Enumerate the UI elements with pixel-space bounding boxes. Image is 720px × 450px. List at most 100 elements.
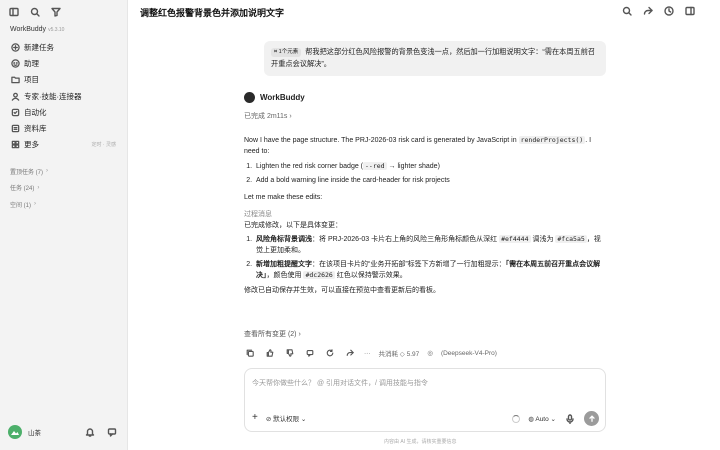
plan-list: Lighten the red risk corner badge (--red…	[254, 161, 604, 186]
list-item: 风险角标背景调浅：将 PRJ-2026-03 卡片右上角的风险三角形角标颜色从深…	[254, 234, 604, 256]
sidebar-toggle-icon[interactable]	[8, 6, 20, 18]
change-text: ：将 PRJ-2026-03 卡片右上角的风险三角形角标颜色从深红	[312, 236, 500, 243]
model-icon: ◎	[427, 350, 433, 357]
sidebar-item-assistant[interactable]: 助理	[6, 55, 122, 71]
composer[interactable]: 今天帮你做些什么？ @ 引用对话文件，/ 调用技能与指令 + ⊘ 默认权限 ⌄ …	[244, 368, 606, 432]
list-item: Add a bold warning line inside the card-…	[254, 175, 604, 186]
history-icon[interactable]	[663, 5, 675, 17]
assistant-icon	[10, 58, 20, 68]
chevron-right-icon: ›	[298, 331, 301, 338]
change-text: ，颜色使用	[266, 272, 304, 279]
group-label: 置顶任务 (7)	[10, 169, 44, 176]
thumbs-down-icon[interactable]	[284, 347, 296, 359]
cursor-select-icon: ⌗	[274, 49, 278, 56]
step-text: Add a bold warning line inside the card-…	[256, 177, 450, 184]
user-message-bubble: ⌗ 1个元素 帮我把这部分红色风险报警的背景色变浅一点，然后加一行加粗说明文字：“…	[264, 41, 606, 76]
sidebar-item-label: 资料库	[24, 124, 47, 134]
step-text: Lighten the red risk corner badge (	[256, 163, 364, 170]
search-icon[interactable]	[621, 5, 633, 17]
sidebar-item-skills[interactable]: 专家·技能·连接器	[6, 88, 122, 104]
mode-label: Auto	[535, 415, 549, 423]
bell-icon[interactable]	[84, 426, 96, 438]
list-item: 新增加粗提醒文字：在该项目卡片的“业务开拓部”标签下方新增了一行加粗提示：「需在…	[254, 259, 604, 281]
user-actions	[84, 426, 118, 438]
group-pinned-tasks[interactable]: 置顶任务 (7) ›	[10, 163, 48, 180]
composer-right-controls: ◍ Auto ⌄	[512, 411, 599, 426]
inline-code: #dc2626	[303, 271, 335, 279]
process-messages-toggle[interactable]: 过程消息	[244, 209, 604, 220]
changes-label: 查看所有变更 (2)	[244, 331, 297, 338]
disclaimer: 内容由 AI 生成，请核实重要信息	[384, 439, 457, 445]
sidebar-item-new-task[interactable]: 新建任务	[6, 39, 122, 55]
user-profile[interactable]: 山茶	[8, 425, 122, 439]
group-spaces[interactable]: 空间 (1) ›	[10, 196, 48, 213]
list-item: Lighten the red risk corner badge (--red…	[254, 161, 604, 172]
feedback-icon[interactable]	[304, 347, 316, 359]
sidebar-item-label: 自动化	[24, 107, 47, 117]
sidebar-item-label: 更多	[24, 140, 39, 150]
microphone-icon[interactable]	[564, 413, 576, 425]
user-message-text: 帮我把这部分红色风险报警的背景色变浅一点，然后加一行加粗说明文字：“需在本周五前…	[271, 47, 596, 68]
change-text: 调浅为	[530, 236, 556, 243]
more-options-icon[interactable]: ···	[364, 350, 371, 357]
avatar[interactable]	[8, 425, 22, 439]
group-label: 任务 (24)	[10, 186, 35, 193]
message-icon[interactable]	[106, 426, 118, 438]
chevron-right-icon: ›	[46, 168, 49, 175]
sidebar-item-automation[interactable]: 自动化	[6, 104, 122, 120]
chevron-down-icon: ⌄	[550, 415, 556, 423]
mode-selector[interactable]: ◍ Auto ⌄	[528, 415, 556, 423]
chip-label: 1个元素	[278, 49, 299, 56]
intro-text: Now I have the page structure. The PRJ-2…	[244, 137, 517, 144]
app-version: v5.3.10	[48, 27, 65, 33]
share-icon[interactable]	[642, 5, 654, 17]
permission-label: 默认权限	[273, 415, 300, 423]
chevron-down-icon: ⌄	[300, 415, 307, 423]
group-label: 空间 (1)	[10, 202, 32, 209]
page-title: 调整红色报警背景色并添加说明文字	[140, 8, 285, 18]
retry-icon[interactable]	[324, 347, 336, 359]
app-name: WorkBuddy	[10, 26, 47, 33]
search-icon[interactable]	[29, 6, 41, 18]
thumbs-up-icon[interactable]	[264, 347, 276, 359]
inline-code: #fca5a5	[555, 235, 587, 243]
element-chip[interactable]: ⌗ 1个元素	[271, 47, 302, 57]
sidebar-item-hint: 定时 · 灵感	[91, 142, 116, 149]
shield-check-icon: ⊘	[265, 415, 272, 423]
closing-line: 修改已自动保存并生效，可以直接在预览中查看更新后的看板。	[244, 287, 440, 294]
model-name: (Deepseek-V4-Pro)	[440, 349, 497, 357]
header-toolbar	[621, 5, 696, 17]
composer-input[interactable]: 今天帮你做些什么？ @ 引用对话文件，/ 调用技能与指令	[252, 378, 428, 388]
usage-text: 共消耗 ◇ 5.97	[378, 351, 420, 358]
summary-title: 已完成修改，以下是具体变更：	[244, 222, 342, 229]
add-attachment-icon[interactable]: +	[252, 412, 258, 423]
more-icon	[10, 140, 20, 150]
panel-toggle-icon[interactable]	[684, 5, 696, 17]
permission-selector[interactable]: ⊘ 默认权限 ⌄	[266, 413, 307, 423]
automation-icon	[10, 107, 20, 117]
workbuddy-logo-icon	[244, 92, 255, 103]
sidebar-item-more[interactable]: 更多 定时 · 灵感	[6, 137, 122, 153]
completion-status[interactable]: 已完成 2m11s ›	[244, 111, 292, 121]
library-icon	[10, 124, 20, 134]
inline-code: --red	[363, 162, 387, 170]
folder-icon	[10, 75, 20, 85]
sidebar-item-library[interactable]: 资料库	[6, 120, 122, 136]
group-tasks[interactable]: 任务 (24) ›	[10, 180, 48, 197]
filter-icon[interactable]	[50, 6, 62, 18]
send-button[interactable]	[584, 411, 599, 426]
assistant-header: WorkBuddy	[244, 92, 305, 103]
assistant-message: Now I have the page structure. The PRJ-2…	[244, 135, 604, 300]
view-all-changes-link[interactable]: 查看所有变更 (2) ›	[244, 329, 301, 339]
share-icon[interactable]	[344, 347, 356, 359]
skills-icon	[10, 91, 20, 101]
sidebar-nav: 新建任务 助理 项目 专家·技能·连接器 自动化 资料库 更多 定时 · 灵感	[6, 39, 122, 153]
chevron-right-icon: ›	[37, 184, 40, 191]
sidebar-groups: 置顶任务 (7) › 任务 (24) › 空间 (1) ›	[10, 163, 48, 213]
composer-left-controls: + ⊘ 默认权限 ⌄	[252, 412, 306, 423]
sidebar-item-projects[interactable]: 项目	[6, 72, 122, 88]
completion-text: 已完成 2m11s	[244, 113, 288, 120]
copy-icon[interactable]	[244, 347, 256, 359]
step-text: → lighter shade)	[386, 163, 440, 170]
globe-icon: ◍	[528, 415, 534, 423]
